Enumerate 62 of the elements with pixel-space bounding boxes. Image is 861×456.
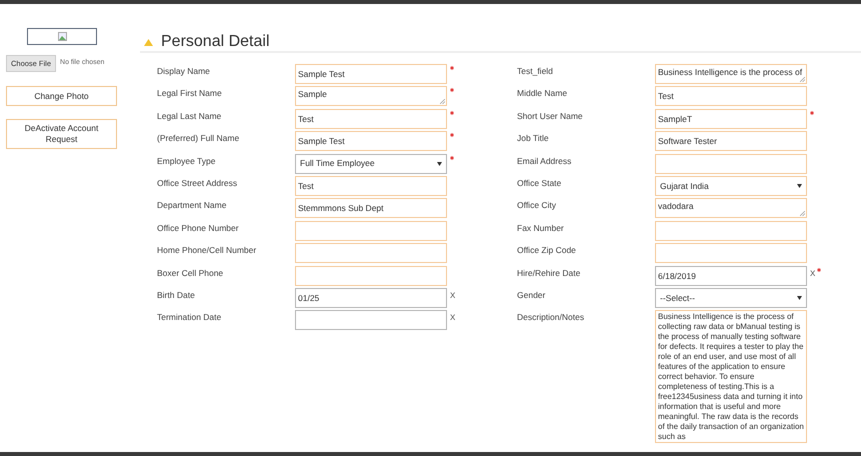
collapse-triangle-icon[interactable] [144,38,153,46]
clear-date-button[interactable]: X [450,288,456,302]
caret-icon [797,296,802,300]
dropdown[interactable]: Gujarat India [655,176,807,196]
date-field[interactable]: 6/18/2019 [655,266,807,286]
field-label: Middle Name [517,87,568,100]
field-label: (Preferred) Full Name [157,132,240,146]
input-field[interactable] [295,220,447,241]
input-field[interactable]: Test [655,86,807,106]
date-field[interactable] [295,310,447,330]
field-label: Short User Name [517,110,584,123]
caret-icon [797,184,802,188]
input-field[interactable]: Test [295,176,447,196]
input-field[interactable]: Test [295,108,447,129]
input-field[interactable]: Sample Test [295,131,447,152]
input-field[interactable] [295,243,447,264]
dropdown[interactable]: Full Time Employee [295,154,447,174]
input-field[interactable] [655,154,807,174]
date-field[interactable]: 01/25 [295,288,447,308]
text-area[interactable]: Sample [295,86,447,106]
field-label: Office City [517,199,558,212]
broken-image-icon [58,32,66,41]
field-label: Department Name [157,199,228,212]
clear-date-button[interactable]: X [450,310,456,324]
notes-text-area[interactable]: Business Intelligence is the process of collecting raw data or bManual testing is the process of manually testing software for defects. It requires a tester to play the role of an end user, and use most of all features of the application to ensure correct behavior. To ensure completeness of testing.This is a free12345usiness data and turning it into information that is useful and more meaningful. The raw data is the records of the daily transaction of an organization such as [655,310,807,444]
field-label: Employee Type [157,154,216,168]
input-field[interactable]: SampleT [655,108,807,129]
field-label: Email Address [517,154,572,168]
input-field[interactable] [655,220,807,241]
field-label: Home Phone/Cell Number [157,244,258,258]
input-field[interactable]: Stemmmons Sub Dept [295,198,447,218]
field-label: Legal Last Name [157,110,222,123]
input-field[interactable] [655,243,807,264]
field-label: Description/Notes [517,311,586,324]
text-area[interactable]: Business Intelligence is the process of [655,64,807,84]
deactivate-account-button[interactable]: DeActivate Account Request [6,119,117,149]
field-label: Boxer Cell Phone [157,266,224,280]
caret-icon [437,162,442,166]
field-label: Job Title [517,132,550,146]
section-title: Personal Detail [161,32,270,52]
field-label: Office Zip Code [517,244,577,258]
clear-date-button[interactable]: X [810,266,816,280]
input-field[interactable]: Sample Test [295,64,447,84]
field-label: Gender [517,288,546,302]
resize-grip-icon[interactable] [440,99,445,104]
input-field[interactable] [295,266,447,286]
field-label: Hire/Rehire Date [517,266,582,280]
change-photo-button[interactable]: Change Photo [6,86,117,106]
field-label: Office Street Address [157,176,238,190]
text-area[interactable]: vadodara [655,198,807,218]
field-label: Office Phone Number [157,222,240,235]
dropdown[interactable]: --Select-- [655,288,807,308]
resize-grip-icon[interactable] [800,77,805,82]
resize-grip-icon[interactable] [800,211,805,216]
field-label: Display Name [157,65,211,78]
input-field[interactable]: Software Tester [655,131,807,152]
field-label: Legal First Name [157,87,223,100]
field-label: Office State [517,176,562,190]
field-label: Fax Number [517,222,565,235]
field-label: Birth Date [157,288,196,302]
field-label: Test_field [517,65,554,78]
field-label: Termination Date [157,311,222,324]
